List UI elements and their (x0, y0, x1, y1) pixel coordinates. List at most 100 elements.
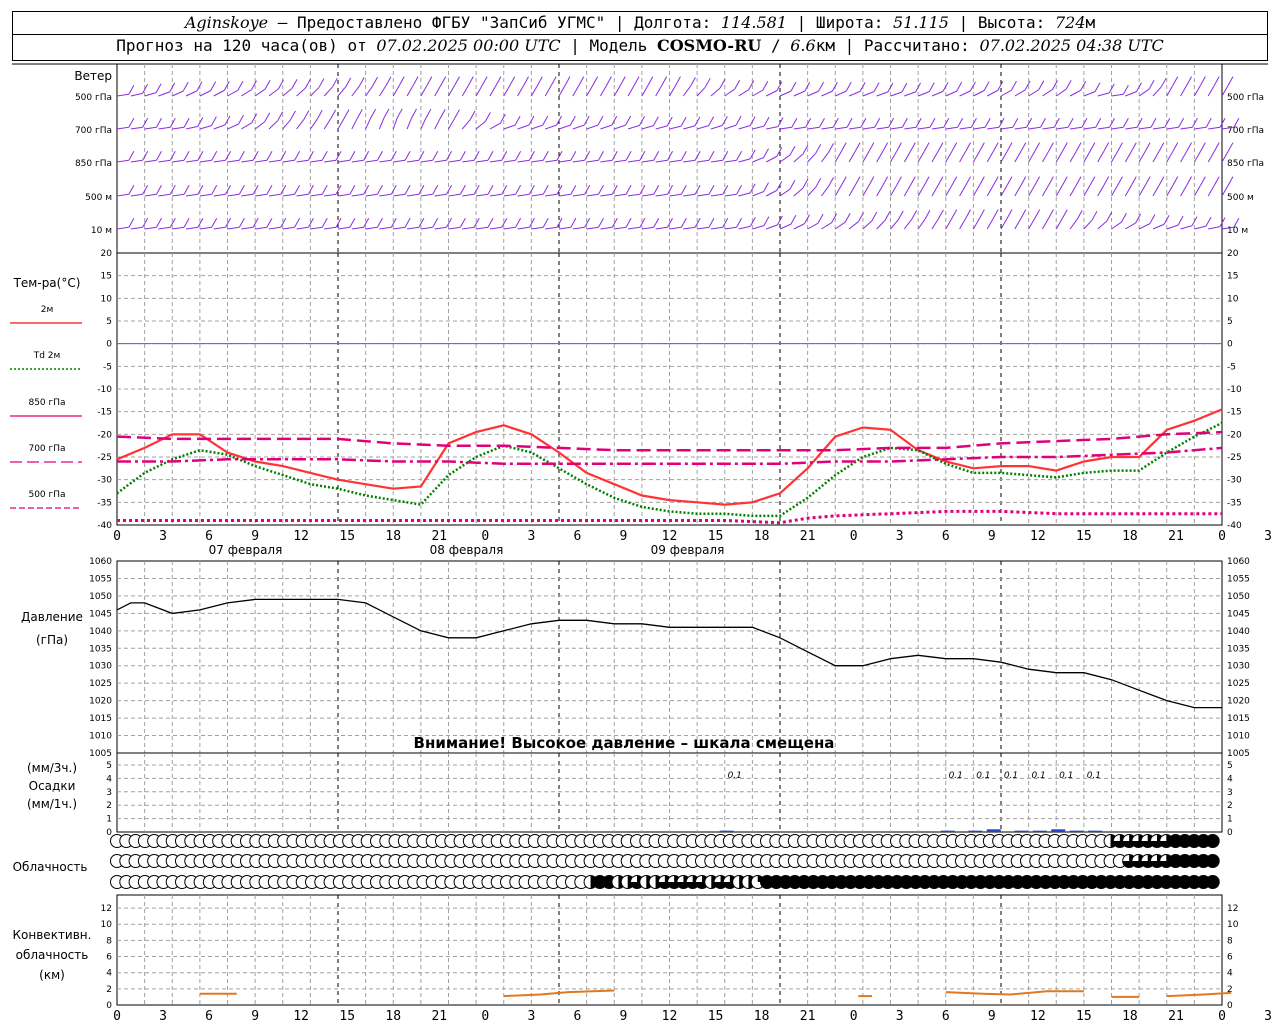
wind-barb-flag (210, 116, 217, 126)
bottom-x-tick-label: 18 (385, 1009, 401, 1024)
wind-barb (1180, 225, 1193, 230)
wind-barb (572, 193, 585, 197)
wind-barb-flag (487, 150, 494, 161)
wind-barb-flag (763, 148, 769, 158)
wind-barb-flag (1038, 80, 1045, 90)
wind-barb-flag (937, 209, 944, 220)
wind-barb-flag (128, 150, 135, 161)
temp-y-tick-right: -15 (1227, 408, 1242, 418)
wind-barb (738, 158, 751, 163)
precip-unit3: (мм/3ч.) (27, 761, 77, 775)
wind-barb-flag (1164, 117, 1171, 128)
wind-barb (710, 87, 721, 97)
wind-barb (296, 119, 305, 130)
wind-barb (462, 193, 475, 197)
wind-barb (876, 126, 889, 130)
wind-barb-flag (625, 184, 632, 195)
wind-barb-flag (570, 184, 577, 195)
wind-barb-flag (509, 76, 516, 86)
wind-barb-flag (680, 217, 687, 228)
wind-barb (545, 226, 558, 230)
wind-barb (697, 159, 710, 163)
pressure-y-tick-right: 1015 (1227, 714, 1250, 724)
wind-barb (1014, 185, 1022, 197)
wind-barb (241, 89, 252, 97)
wind-barb (835, 126, 848, 130)
wind-barb (918, 126, 931, 130)
x-tick-label: 15 (339, 529, 355, 544)
wind-barb-flag (1020, 209, 1027, 219)
wind-barb (296, 226, 309, 230)
wind-barb-flag (1205, 117, 1212, 128)
wind-barb-flag (1103, 176, 1110, 186)
wind-barb-flag (252, 150, 259, 161)
temp-y-tick-right: 15 (1227, 272, 1238, 282)
wind-barb-flag (1172, 176, 1179, 186)
wind-barb-flag (597, 115, 604, 126)
pressure-y-tick: 1010 (89, 732, 112, 742)
wind-barb (116, 159, 129, 163)
conv-y-tick: 10 (101, 920, 113, 930)
wind-barb (406, 117, 413, 130)
wind-barb (1097, 126, 1110, 130)
wind-barb-flag (182, 81, 189, 92)
wind-barb (1056, 126, 1069, 130)
wind-barb-flag (1199, 176, 1206, 186)
x-tick-label: 3 (159, 529, 167, 544)
x-tick-label: 6 (205, 529, 213, 544)
wind-barb-flag (1061, 142, 1068, 152)
wind-barb (724, 193, 737, 197)
wind-barb-flag (929, 117, 936, 128)
wind-barb (710, 226, 723, 230)
wind-barb-flag (542, 115, 549, 126)
wind-barb-flag (923, 142, 930, 152)
x-tick-label: 3 (527, 529, 535, 544)
wind-barb (558, 124, 571, 130)
wind-barb (1193, 85, 1201, 97)
wind-barb-flag (909, 142, 916, 152)
wind-barb (310, 87, 320, 97)
wind-barb-flag (237, 80, 244, 91)
wind-barb-flag (569, 115, 576, 126)
wind-barb (351, 86, 360, 97)
pressure-y-tick-right: 1055 (1227, 574, 1250, 584)
wind-barb (821, 90, 833, 97)
wind-barb (696, 125, 709, 130)
wind-barb (144, 193, 157, 197)
wind-barb (917, 151, 925, 163)
conv-y-tick-right: 0 (1227, 1001, 1233, 1011)
wind-barb (434, 85, 442, 97)
wind-barb (600, 193, 613, 197)
wind-barb (890, 126, 903, 130)
wind-barb-flag (776, 147, 783, 157)
wind-barb (697, 193, 710, 197)
precip-y-tick-right: 3 (1227, 788, 1233, 798)
pressure-y-tick-right: 1010 (1227, 732, 1250, 742)
x-tick-label: 15 (1076, 529, 1092, 544)
wind-barb-flag (1065, 79, 1072, 90)
precip-y-tick: 0 (106, 828, 112, 838)
wind-barb (448, 159, 461, 163)
wind-barb-flag (264, 112, 271, 123)
wind-barb-flag (749, 116, 756, 126)
wind-barb (517, 193, 530, 197)
wind-barb (586, 124, 599, 130)
wind-barb-flag (661, 76, 668, 86)
wind-barb (904, 91, 916, 97)
wind-barb (1138, 151, 1146, 163)
bottom-x-tick-label: 9 (620, 1009, 628, 1024)
pressure-y-tick: 1040 (89, 627, 112, 637)
wind-barb (1014, 218, 1022, 230)
pressure-y-tick: 1055 (89, 574, 112, 584)
wind-barb-flag (832, 117, 839, 128)
wind-barb (1166, 85, 1174, 97)
wind-barb (972, 151, 980, 163)
wind-barb (461, 85, 469, 97)
wind-barb (1138, 185, 1146, 197)
wind-barb (779, 154, 791, 163)
wind-barb (876, 220, 886, 230)
wind-barb-flag (874, 117, 881, 128)
wind-barb (337, 226, 350, 230)
wind-barb (476, 159, 489, 163)
wind-barb-flag (884, 211, 891, 221)
